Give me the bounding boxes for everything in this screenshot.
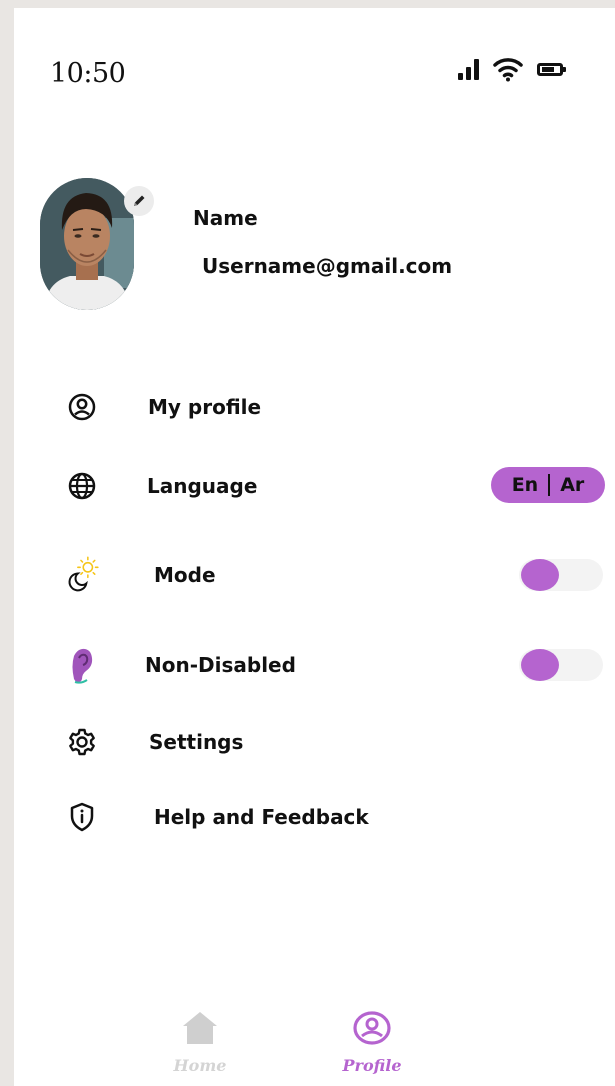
menu-label-language: Language	[147, 474, 258, 498]
gear-icon	[62, 714, 102, 770]
profile-tab-icon	[353, 1011, 391, 1045]
menu-item-non-disabled[interactable]: Non-Disabled	[54, 637, 609, 693]
moon-sun-icon	[64, 547, 104, 603]
non-disabled-switch-knob	[521, 649, 559, 681]
menu-item-my-profile[interactable]: My profile	[54, 379, 609, 435]
tab-profile-label: Profile	[342, 1056, 402, 1075]
user-circle-icon	[62, 379, 102, 435]
tab-home[interactable]: Home	[155, 1008, 245, 1075]
menu-label-mode: Mode	[154, 563, 216, 587]
edit-avatar-button[interactable]	[124, 186, 154, 216]
language-divider	[548, 474, 551, 496]
mode-switch-knob	[521, 559, 559, 591]
signal-icon	[458, 58, 479, 80]
globe-icon	[62, 458, 102, 514]
status-time: 10:50	[50, 58, 126, 89]
home-icon	[183, 1012, 217, 1044]
battery-icon	[537, 62, 566, 76]
tab-home-label: Home	[173, 1056, 227, 1075]
menu-label-settings: Settings	[149, 730, 244, 754]
ear-icon	[62, 637, 102, 693]
profile-email: Username@gmail.com	[202, 254, 453, 278]
menu-label-help: Help and Feedback	[154, 805, 369, 829]
tab-profile[interactable]: Profile	[327, 1008, 417, 1075]
language-toggle[interactable]: En Ar	[491, 467, 605, 503]
menu-label-my-profile: My profile	[148, 395, 262, 419]
menu-item-help[interactable]: Help and Feedback	[54, 789, 609, 845]
language-option-en[interactable]: En	[512, 474, 539, 496]
menu-item-settings[interactable]: Settings	[54, 714, 609, 770]
avatar[interactable]	[40, 178, 134, 310]
phone-screen: 10:50 Name Username@gmail.com My profile…	[14, 8, 615, 1086]
pencil-icon	[134, 195, 145, 206]
menu-item-mode[interactable]: Mode	[54, 547, 609, 603]
shield-info-icon	[62, 789, 102, 845]
profile-name: Name	[193, 206, 258, 230]
mode-switch[interactable]	[519, 559, 603, 591]
menu-label-non-disabled: Non-Disabled	[145, 653, 296, 677]
wifi-icon	[493, 58, 523, 82]
avatar-photo	[40, 178, 134, 310]
language-option-ar[interactable]: Ar	[560, 474, 584, 496]
status-icons	[458, 52, 566, 86]
menu-item-language[interactable]: Language En Ar	[54, 458, 609, 514]
non-disabled-switch[interactable]	[519, 649, 603, 681]
